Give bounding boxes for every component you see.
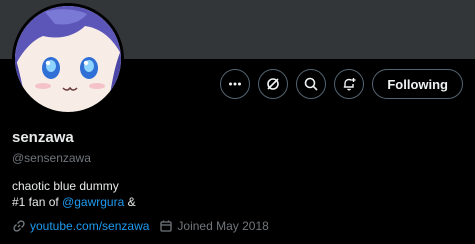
following-button[interactable]: Following [372,69,463,99]
bell-plus-icon [341,76,357,92]
grok-button[interactable] [258,69,289,99]
display-name: senzawa [12,129,74,146]
website-link[interactable]: youtube.com/senzawa [30,219,149,233]
more-horizontal-icon [227,76,243,92]
profile-actions: Following [220,69,463,99]
user-handle: @sensenzawa [12,151,91,165]
search-icon [303,76,319,92]
grok-icon [265,76,281,92]
link-icon [12,219,26,233]
bio-line-2: #1 fan of @gawrgura & [12,194,136,210]
bio-mention-link[interactable]: @gawrgura [62,195,124,209]
profile-meta: youtube.com/senzawa Joined May 2018 [12,219,269,233]
profile-bio: chaotic blue dummy #1 fan of @gawrgura & [12,178,136,210]
avatar-image [15,6,121,112]
bio-line-1: chaotic blue dummy [12,179,119,193]
avatar[interactable] [12,3,124,115]
bio-prefix: #1 fan of [12,195,63,209]
more-button[interactable] [220,69,251,99]
search-profile-button[interactable] [296,69,327,99]
bio-suffix: & [124,195,136,209]
calendar-icon [159,219,173,233]
joined-date: Joined May 2018 [177,219,269,233]
notifications-button[interactable] [334,69,365,99]
